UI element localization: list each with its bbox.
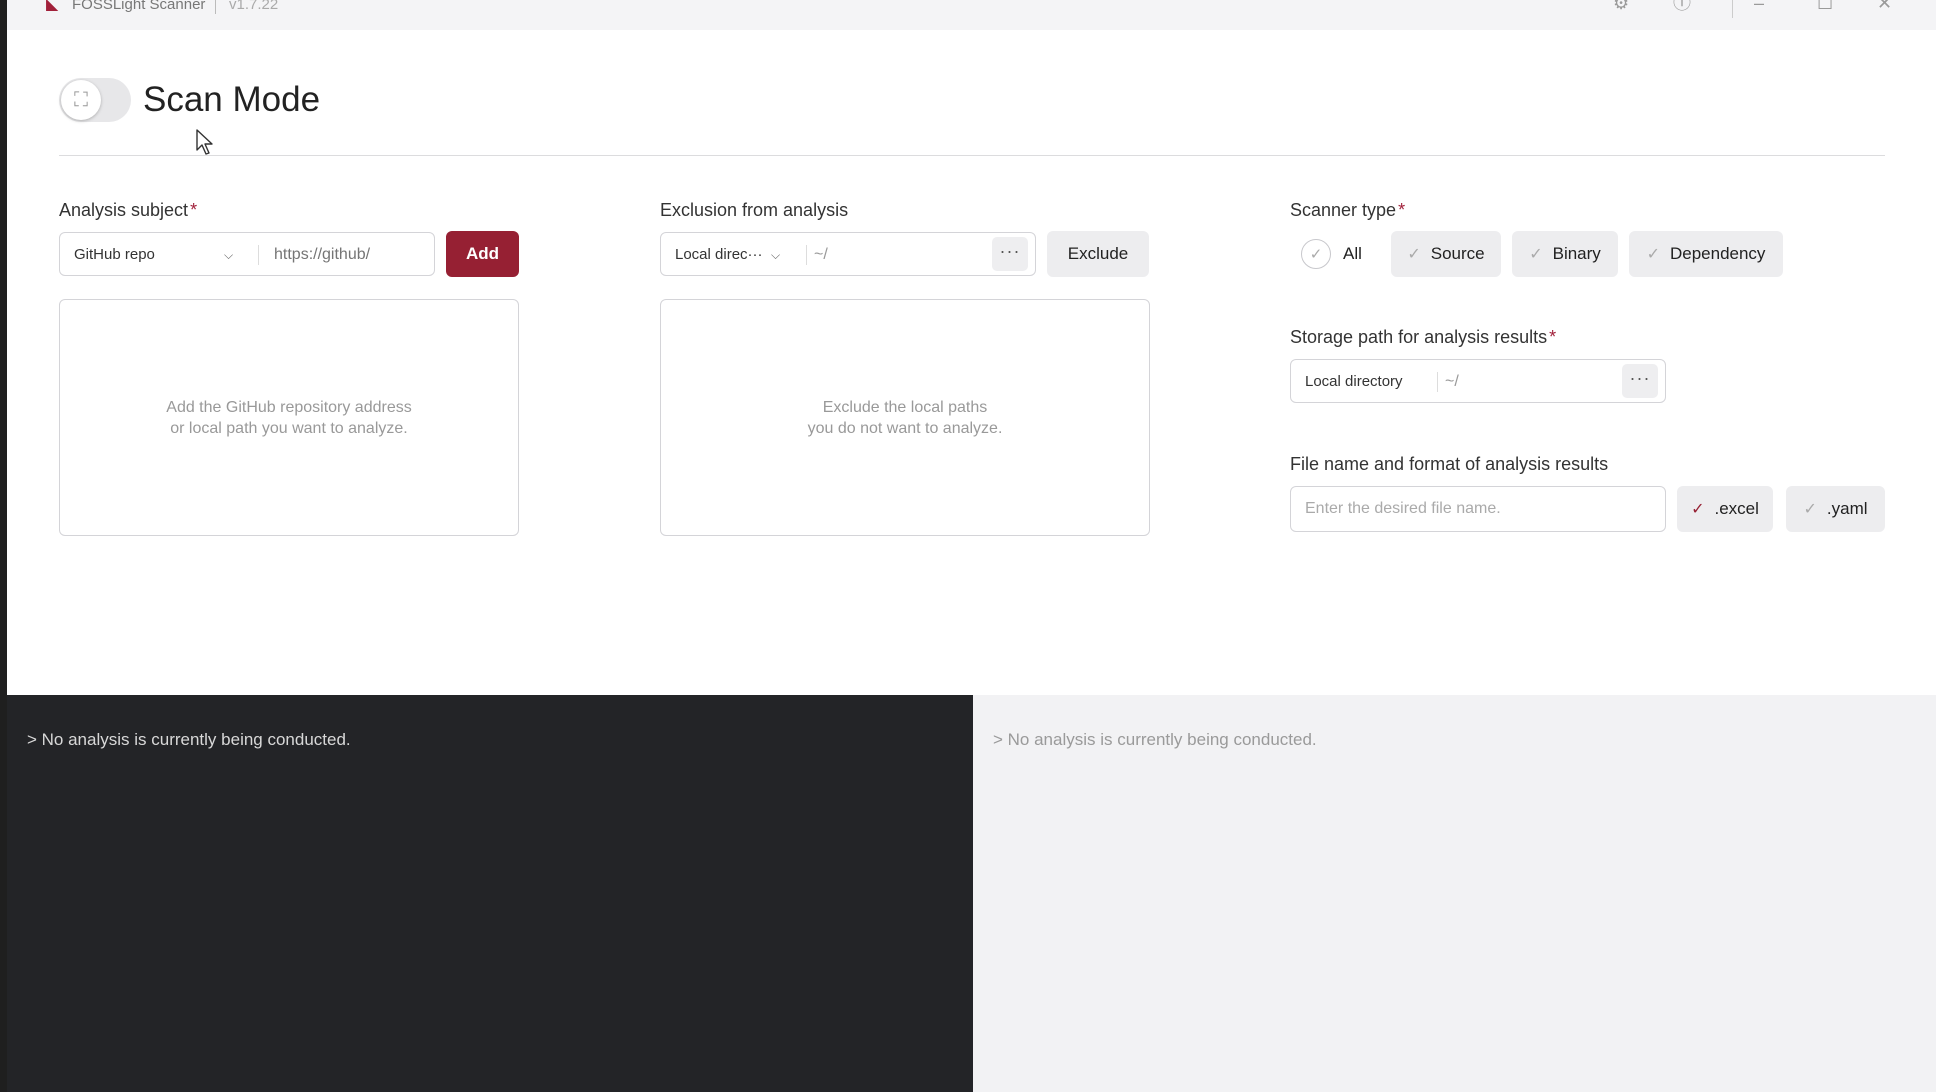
- exclusion-field: Local direc··· ⌵ ~/ ···: [660, 232, 1036, 276]
- chip-label: Source: [1430, 244, 1485, 263]
- maximize-icon[interactable]: ☐: [1817, 0, 1833, 12]
- exclusion-list: Exclude the local paths you do not want …: [660, 299, 1150, 536]
- browse-button[interactable]: ···: [992, 237, 1028, 271]
- storage-path-value[interactable]: ~/: [1445, 360, 1459, 404]
- field-separator: [258, 245, 259, 265]
- scanner-type-label-text: Scanner type: [1290, 200, 1397, 220]
- result-status-text: > No analysis is currently being conduct…: [993, 730, 1317, 749]
- main-content: ⛶ Scan Mode Analysis subject * GitHub rep…: [7, 30, 1936, 695]
- exclusion-source-select[interactable]: Local direc···: [675, 233, 763, 277]
- check-circle-icon[interactable]: ✓: [1301, 239, 1331, 269]
- check-icon: ✓: [1646, 246, 1660, 263]
- titlebar-divider: [1732, 0, 1733, 18]
- repo-url-input[interactable]: [266, 233, 442, 277]
- required-mark: *: [1549, 327, 1557, 347]
- title-bar: ◣ FOSSLight Scanner v1.7.22 ⚙ ⓘ – ☐ ✕: [7, 0, 1936, 30]
- scan-frame-icon: ⛶: [61, 80, 101, 120]
- exclusion-empty-hint: Exclude the local paths you do not want …: [808, 397, 1003, 439]
- gear-icon[interactable]: ⚙: [1613, 0, 1629, 12]
- scanner-type-label: Scanner type *: [1290, 200, 1405, 221]
- hint-line: you do not want to analyze.: [807, 419, 1003, 437]
- analysis-subject-label: Analysis subject *: [59, 200, 197, 221]
- scanner-dependency-chip[interactable]: ✓ Dependency: [1629, 231, 1783, 277]
- check-icon: ✓: [1407, 246, 1421, 263]
- analysis-subject-label-text: Analysis subject: [59, 200, 189, 220]
- add-button[interactable]: Add: [446, 231, 519, 277]
- console-log-panel[interactable]: > No analysis is currently being conduct…: [7, 695, 973, 1092]
- scanner-binary-chip[interactable]: ✓ Binary: [1512, 231, 1618, 277]
- source-type-select[interactable]: GitHub repo: [74, 233, 155, 277]
- chevron-down-icon[interactable]: ⌵: [771, 233, 780, 277]
- field-separator: [806, 245, 807, 265]
- hint-line: or local path you want to analyze.: [170, 419, 408, 437]
- result-log-panel[interactable]: > No analysis is currently being conduct…: [973, 695, 1936, 1092]
- exclusion-path-value[interactable]: ~/: [814, 233, 828, 277]
- field-separator: [1437, 372, 1438, 392]
- close-icon[interactable]: ✕: [1877, 0, 1892, 12]
- hint-line: Add the GitHub repository address: [166, 398, 412, 416]
- app-name: FOSSLight Scanner: [72, 0, 206, 13]
- hint-line: Exclude the local paths: [822, 398, 988, 416]
- check-icon: ✓: [1691, 501, 1705, 518]
- storage-path-label: Storage path for analysis results *: [1290, 327, 1556, 348]
- storage-location-label: Local directory: [1305, 373, 1403, 390]
- scan-mode-toggle[interactable]: ⛶: [59, 78, 131, 122]
- analysis-subject-empty-hint: Add the GitHub repository address or loc…: [166, 397, 411, 439]
- console-status-text: > No analysis is currently being conduct…: [27, 730, 351, 749]
- chip-label: .yaml: [1826, 499, 1868, 518]
- info-icon[interactable]: ⓘ: [1673, 0, 1691, 12]
- exclusion-label: Exclusion from analysis: [660, 200, 849, 220]
- chip-label: Binary: [1552, 244, 1601, 263]
- analysis-subject-field: GitHub repo ⌵: [59, 232, 442, 277]
- file-name-field: [1290, 486, 1666, 532]
- format-yaml-chip[interactable]: ✓ .yaml: [1786, 486, 1885, 532]
- check-icon: ✓: [1529, 246, 1543, 263]
- format-excel-chip[interactable]: ✓ .excel: [1677, 486, 1773, 532]
- chip-label: .excel: [1714, 499, 1759, 518]
- scanner-source-chip[interactable]: ✓ Source: [1391, 231, 1501, 277]
- required-mark: *: [1398, 200, 1406, 220]
- chip-label: Dependency: [1669, 244, 1766, 263]
- scanner-all-label: All: [1343, 244, 1362, 263]
- storage-path-label-text: Storage path for analysis results: [1290, 327, 1548, 347]
- header-divider: [59, 155, 1885, 156]
- file-output-label: File name and format of analysis results: [1290, 454, 1609, 474]
- app-logo-icon: ◣: [46, 0, 59, 13]
- minimize-icon[interactable]: –: [1754, 0, 1764, 12]
- page-title: Scan Mode: [143, 80, 321, 119]
- chevron-down-icon[interactable]: ⌵: [224, 233, 233, 277]
- file-name-input[interactable]: [1291, 487, 1665, 531]
- exclude-button[interactable]: Exclude: [1047, 231, 1149, 277]
- title-separator: [215, 0, 216, 14]
- storage-path-field: Local directory ~/ ···: [1290, 359, 1666, 403]
- required-mark: *: [190, 200, 198, 220]
- scanner-all-option[interactable]: ✓ All: [1301, 231, 1362, 277]
- mouse-cursor-icon: [196, 129, 213, 155]
- analysis-subject-list: Add the GitHub repository address or loc…: [59, 299, 519, 536]
- browse-button[interactable]: ···: [1622, 364, 1658, 398]
- window-left-edge: [0, 0, 7, 1092]
- app-version: v1.7.22: [229, 0, 279, 13]
- check-icon: ✓: [1803, 501, 1817, 518]
